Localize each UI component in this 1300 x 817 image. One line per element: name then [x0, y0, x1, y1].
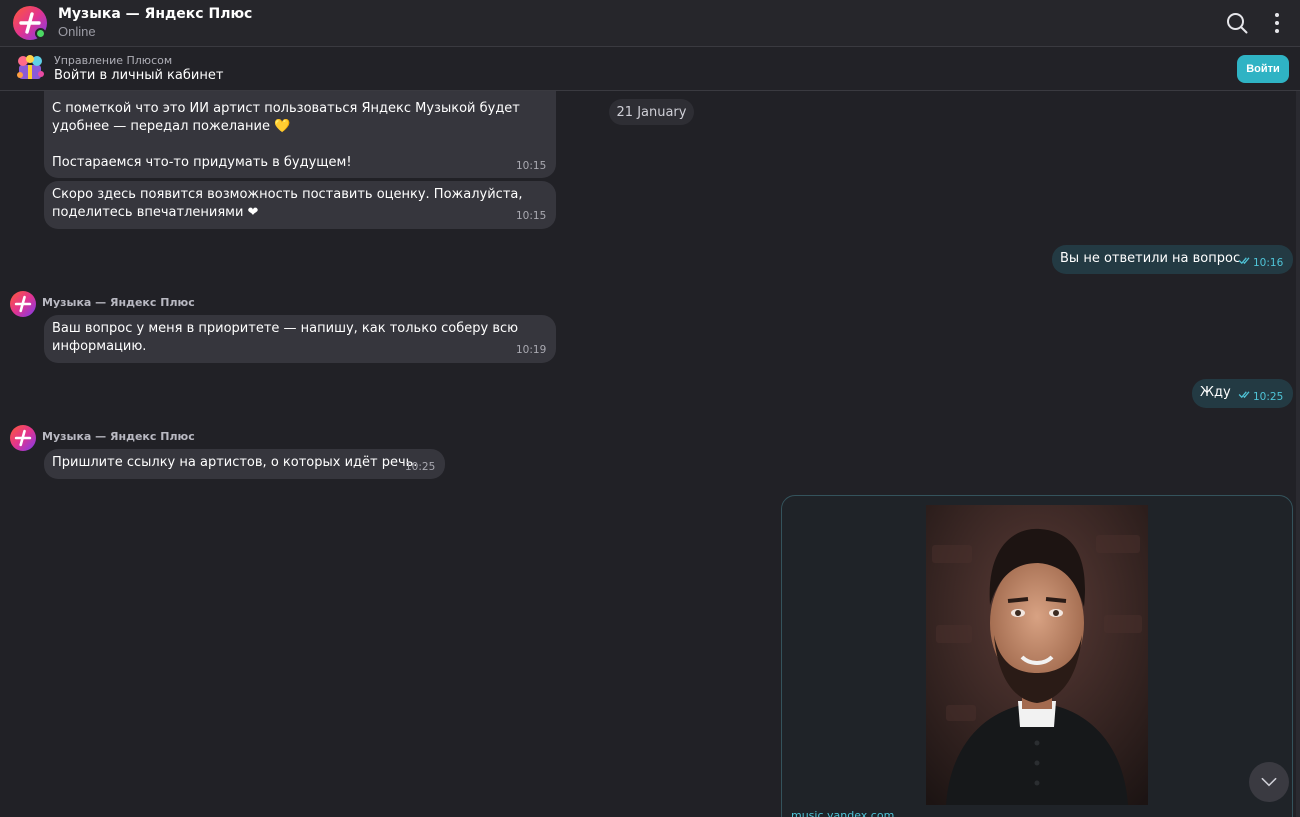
message-line: удобнее — передал пожелание 💛 [52, 119, 291, 134]
scroll-to-bottom-button[interactable] [1249, 762, 1289, 802]
artist-photo[interactable] [926, 505, 1148, 805]
chat-window: Музыка — Яндекс Плюс Online Управление П… [0, 0, 1300, 817]
more-vertical-icon[interactable] [1268, 11, 1286, 35]
message-line: С пометкой что это ИИ артист пользоватьс… [52, 101, 520, 116]
banner-subtitle: Управление Плюсом [54, 54, 173, 67]
message-text: Жду [1200, 385, 1231, 400]
banner-title: Войти в личный кабинет [54, 68, 224, 83]
message-time: 10:19 [516, 344, 547, 356]
plus-logo-icon[interactable] [10, 425, 36, 451]
message-line: Пришлите ссылку на артистов, о которых и… [52, 455, 418, 470]
date-divider: 21 January [609, 99, 694, 125]
message-line: поделитесь впечатлениями ❤ [52, 205, 259, 220]
preview-link[interactable]: music.yandex.com [791, 809, 894, 817]
message-bubble[interactable]: Скоро здесь появится возможность постави… [44, 181, 556, 229]
chat-title: Музыка — Яндекс Плюс [58, 6, 253, 22]
online-indicator [35, 28, 46, 39]
double-check-icon [1238, 391, 1250, 399]
chevron-down-icon [1261, 777, 1277, 787]
message-time: 10:25 [1253, 391, 1284, 403]
plus-banner[interactable]: Управление Плюсом Войти в личный кабинет… [0, 47, 1300, 91]
message-time: 10:15 [516, 210, 547, 222]
message-line: Скоро здесь появится возможность постави… [52, 187, 523, 202]
message-line: информацию. [52, 339, 147, 354]
plus-logo-icon[interactable] [10, 291, 36, 317]
message-bubble-outgoing[interactable]: Жду 10:25 [1192, 379, 1293, 408]
link-preview-card[interactable]: music.yandex.com [781, 495, 1293, 817]
message-text: Вы не ответили на вопрос [1060, 251, 1241, 266]
search-icon[interactable] [1226, 12, 1248, 34]
double-check-icon [1238, 257, 1250, 265]
message-line: Ваш вопрос у меня в приоритете — напишу,… [52, 321, 519, 336]
plus-gift-icon [17, 55, 44, 79]
chat-status: Online [58, 24, 96, 39]
message-time: 10:25 [405, 461, 436, 473]
message-bubble[interactable]: С пометкой что это ИИ артист пользоватьс… [44, 91, 556, 178]
chat-header: Музыка — Яндекс Плюс Online [0, 0, 1300, 47]
message-bubble[interactable]: Пришлите ссылку на артистов, о которых и… [44, 449, 445, 479]
message-time: 10:16 [1253, 257, 1284, 269]
message-sender: Музыка — Яндекс Плюс [42, 296, 195, 309]
message-line: Постараемся что-то придумать в будущем! [52, 155, 352, 170]
message-time: 10:15 [516, 160, 547, 172]
message-bubble-outgoing[interactable]: Вы не ответили на вопрос 10:16 [1052, 245, 1293, 274]
message-sender: Музыка — Яндекс Плюс [42, 430, 195, 443]
message-bubble[interactable]: Ваш вопрос у меня в приоритете — напишу,… [44, 315, 556, 363]
scrollbar[interactable] [1296, 91, 1300, 817]
message-line [52, 136, 548, 154]
login-button[interactable]: Войти [1237, 55, 1289, 83]
